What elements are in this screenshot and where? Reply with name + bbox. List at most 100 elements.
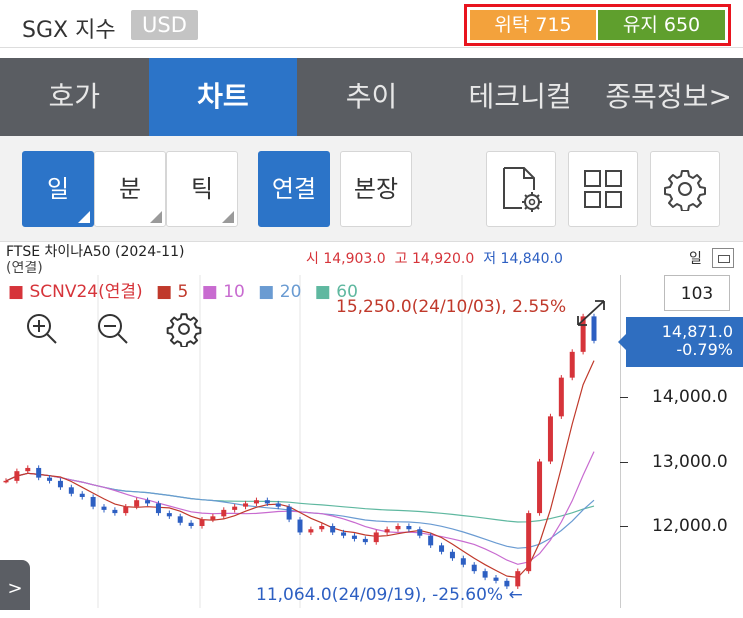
high-label: 고 <box>394 251 408 267</box>
linked-button[interactable]: 연결 <box>258 151 330 227</box>
y-tick-12000: 12,000.0 <box>652 516 728 536</box>
candle-body <box>68 487 74 494</box>
zoom-in-icon <box>27 314 57 344</box>
currency-badge[interactable]: USD <box>131 10 198 40</box>
candle-body <box>134 500 140 507</box>
main-tabs: 호가 차트 추이 테크니컬 종목정보> <box>0 58 743 136</box>
candle-body <box>341 532 347 536</box>
candle-body <box>253 500 259 504</box>
y-tick-14000: 14,000.0 <box>652 387 728 407</box>
candle-body <box>417 529 423 536</box>
y-tick-mark <box>620 397 628 398</box>
candle-body <box>526 513 532 572</box>
candle-body <box>123 506 129 514</box>
candle-body <box>449 551 455 559</box>
candle-body <box>14 471 20 481</box>
candle-body <box>558 377 564 417</box>
candle-body <box>25 467 31 472</box>
candle-body <box>547 416 553 462</box>
settings-button[interactable] <box>650 151 720 227</box>
candle-body <box>166 513 172 517</box>
legend-ma10: ■ 10 <box>201 282 245 302</box>
legend-symbol-label: SCNV24(연결) <box>29 282 143 302</box>
tab-stock-info[interactable]: 종목정보> <box>594 58 743 136</box>
gear-icon <box>166 313 202 347</box>
candle-body <box>101 506 107 510</box>
candle-body <box>428 535 434 546</box>
last-change: -0.79% <box>676 340 733 359</box>
open-label: 시 <box>306 251 319 267</box>
visible-count-box[interactable]: 103 <box>664 275 730 311</box>
candle-body <box>90 496 96 507</box>
candle-body <box>362 538 368 543</box>
main-session-button[interactable]: 본장 <box>340 151 412 227</box>
candle-body <box>79 493 85 497</box>
period-minute-button[interactable]: 분 <box>94 151 166 227</box>
maintain-margin-button[interactable]: 유지 650 <box>598 10 725 40</box>
low-value: 14,840.0 <box>500 251 563 267</box>
file-gear-icon <box>503 167 542 212</box>
high-value: 14,920.0 <box>411 251 475 267</box>
zoom-out-button[interactable] <box>95 311 131 347</box>
low-label: 저 <box>483 251 497 267</box>
candle-body <box>373 532 379 543</box>
legend-ma20: ■ 20 <box>258 282 302 302</box>
candle-body <box>406 526 412 530</box>
candle-body <box>537 461 543 514</box>
left-arrow-icon: ← <box>508 585 523 605</box>
grid-icon <box>584 170 622 208</box>
candle-body <box>232 506 238 510</box>
ohl-values: 시 14,903.0 고 14,920.0 저 14,840.0 <box>306 248 563 268</box>
candle-body <box>199 519 205 526</box>
candle-body <box>308 529 314 533</box>
candle-body <box>351 535 357 539</box>
top-bar: SGX 지수 USD 위탁 715 유지 650 <box>0 0 743 48</box>
period-label: 일 <box>689 251 702 267</box>
candle-body <box>297 519 303 533</box>
candle-body <box>460 558 466 565</box>
y-tick-13000: 13,000.0 <box>652 452 728 472</box>
save-settings-button[interactable] <box>486 151 556 227</box>
candle-body <box>471 564 477 572</box>
candle-body <box>188 522 194 526</box>
period-tick-button[interactable]: 틱 <box>166 151 238 227</box>
chart-legend: ■ SCNV24(연결) ■ 5 ■ 10 ■ 20 ■ 60 <box>8 277 366 302</box>
candle-body <box>155 503 161 514</box>
price-chart[interactable]: ■ SCNV24(연결) ■ 5 ■ 10 ■ 20 ■ 60 15,250.0… <box>0 275 743 610</box>
last-price: 14,871.0 <box>661 322 733 341</box>
candle-body <box>319 526 325 530</box>
sidebar-toggle-button[interactable]: > <box>0 560 30 610</box>
expand-arrows-icon[interactable] <box>572 295 612 331</box>
gear-icon <box>664 170 706 211</box>
candle-body <box>395 526 401 530</box>
period-tick-label: 틱 <box>190 175 214 203</box>
legend-ma20-label: 20 <box>279 282 302 302</box>
candle-body <box>47 477 53 481</box>
chart-settings-button[interactable] <box>166 311 202 347</box>
open-value: 14,903.0 <box>323 251 386 267</box>
low-annotation: 11,064.0(24/09/19), -25.60% ← <box>256 585 523 605</box>
candle-body <box>145 500 151 504</box>
period-minute-label: 분 <box>118 175 142 203</box>
candle-body <box>3 480 9 483</box>
instrument-sub: (연결) <box>6 261 43 275</box>
consign-margin-button[interactable]: 위탁 715 <box>470 10 596 40</box>
tab-chart[interactable]: 차트 <box>148 58 298 136</box>
candle-body <box>221 509 227 517</box>
candle-body <box>384 529 390 533</box>
y-tick-mark <box>620 462 628 463</box>
zoom-in-button[interactable] <box>24 311 60 347</box>
tab-orderbook[interactable]: 호가 <box>0 58 149 136</box>
tab-trend[interactable]: 추이 <box>297 58 446 136</box>
candle-body <box>57 480 63 488</box>
expand-chart-button[interactable] <box>712 248 734 268</box>
candle-body <box>177 516 183 523</box>
tab-technical[interactable]: 테크니컬 <box>446 58 595 136</box>
legend-symbol: ■ SCNV24(연결) <box>8 282 143 302</box>
candle-body <box>569 351 575 378</box>
layout-grid-button[interactable] <box>568 151 638 227</box>
period-day-button[interactable]: 일 <box>22 151 94 227</box>
zoom-out-icon <box>98 314 128 344</box>
period-day-label: 일 <box>46 175 70 203</box>
instrument-name: FTSE 차이나A50 (2024-11) <box>6 244 185 260</box>
